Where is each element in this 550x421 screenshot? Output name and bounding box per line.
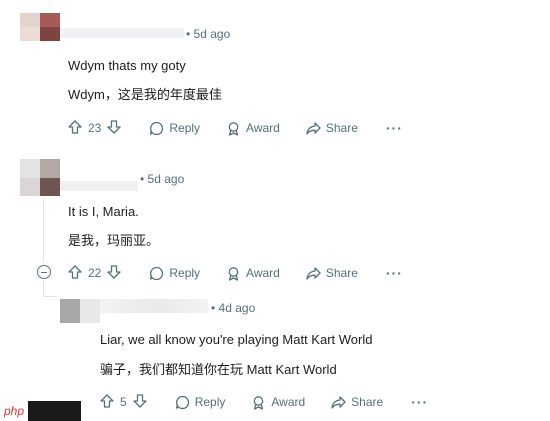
- more-options-icon[interactable]: ···: [411, 394, 428, 410]
- comment-actions: 22 Reply Award Share ···: [68, 262, 403, 284]
- watermark-logo: php: [0, 401, 29, 421]
- thread-line[interactable]: [43, 198, 44, 262]
- award-label: Award: [246, 266, 280, 280]
- comment-body-line: Wdym，这是我的年度最佳: [68, 87, 222, 102]
- comment-body-line: It is I, Maria.: [68, 204, 139, 219]
- site-watermark: php: [0, 401, 81, 421]
- vote-count: 23: [88, 121, 102, 135]
- vote-group: 22: [68, 264, 122, 282]
- comment-body-line: Wdym thats my goty: [68, 58, 186, 73]
- comment-timestamp: • 5d ago: [140, 172, 185, 186]
- thread-line[interactable]: [43, 281, 44, 297]
- comment-bubble-icon: [149, 266, 164, 281]
- reply-label: Reply: [169, 266, 201, 280]
- comment-body-line: 骗子，我们都知道你在玩 Matt Kart World: [100, 362, 337, 377]
- username-redacted[interactable]: [60, 181, 138, 191]
- reply-button[interactable]: Reply: [175, 395, 226, 410]
- comment-body-line: Liar, we all know you're playing Matt Ka…: [100, 332, 373, 347]
- downvote-icon[interactable]: [107, 264, 122, 282]
- award-button[interactable]: Award: [226, 266, 280, 281]
- share-button[interactable]: Share: [306, 121, 358, 136]
- share-icon: [331, 395, 346, 410]
- downvote-icon[interactable]: [133, 393, 147, 411]
- avatar[interactable]: [20, 159, 60, 196]
- username-redacted[interactable]: [60, 28, 184, 38]
- award-icon: [226, 266, 241, 281]
- reply-button[interactable]: Reply: [149, 266, 200, 281]
- watermark-block: [28, 401, 81, 421]
- upvote-icon[interactable]: [100, 393, 114, 411]
- award-icon: [226, 121, 241, 136]
- share-label: Share: [325, 266, 358, 280]
- share-button[interactable]: Share: [331, 395, 383, 410]
- more-options-icon[interactable]: ···: [386, 265, 403, 281]
- collapse-thread-button[interactable]: [37, 265, 51, 279]
- avatar[interactable]: [60, 299, 100, 323]
- share-label: Share: [351, 395, 384, 409]
- vote-group: 5: [100, 393, 147, 411]
- share-icon: [306, 121, 321, 136]
- share-label: Share: [325, 121, 358, 135]
- award-label: Award: [246, 121, 280, 135]
- comment-actions: 23 Reply Award Share ···: [68, 117, 403, 139]
- username-redacted[interactable]: [100, 299, 208, 313]
- reply-label: Reply: [194, 395, 226, 409]
- upvote-icon[interactable]: [68, 119, 82, 137]
- award-button[interactable]: Award: [251, 395, 305, 410]
- avatar[interactable]: [20, 13, 60, 41]
- comment-timestamp: • 5d ago: [186, 27, 231, 41]
- comment-bubble-icon: [149, 121, 164, 136]
- award-label: Award: [271, 395, 306, 409]
- award-icon: [251, 395, 266, 410]
- downvote-icon[interactable]: [107, 119, 122, 137]
- award-button[interactable]: Award: [226, 121, 280, 136]
- comment-actions: 5 Reply Award Share ···: [100, 391, 428, 413]
- vote-count: 22: [88, 266, 102, 280]
- vote-count: 5: [120, 395, 127, 409]
- comment-body-line: 是我，玛丽亚。: [68, 233, 160, 248]
- thread-branch: [43, 296, 57, 297]
- share-icon: [306, 266, 321, 281]
- share-button[interactable]: Share: [306, 266, 358, 281]
- upvote-icon[interactable]: [68, 264, 82, 282]
- reply-label: Reply: [169, 121, 201, 135]
- more-options-icon[interactable]: ···: [386, 120, 403, 136]
- comment-timestamp: • 4d ago: [211, 301, 256, 315]
- reply-button[interactable]: Reply: [149, 121, 200, 136]
- comment-bubble-icon: [175, 395, 190, 410]
- vote-group: 23: [68, 119, 122, 137]
